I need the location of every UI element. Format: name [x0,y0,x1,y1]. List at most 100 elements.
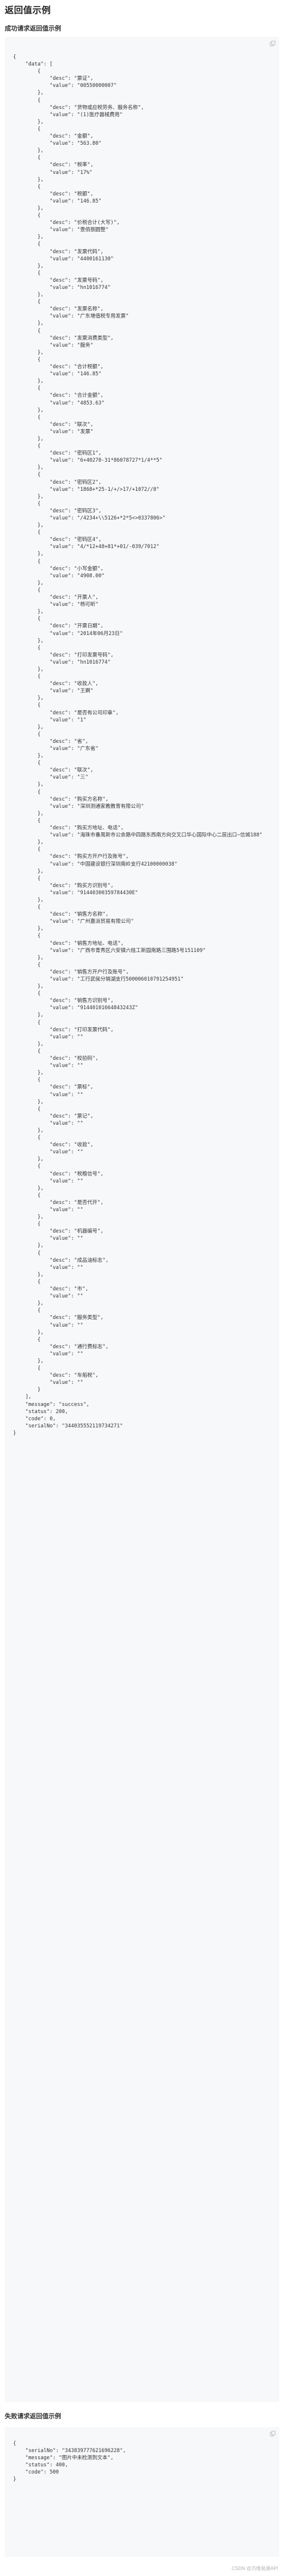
success-code-block: { "data": [ { "desc": "票证", "value": "00… [5,37,279,2402]
code-line: { [13,328,41,334]
code-line: "value": "4853.63" [13,400,105,406]
code-line: { [13,241,41,248]
code-line: }, [13,609,44,615]
code-line: { [13,54,17,60]
code-line: "status": 200, [13,1408,68,1415]
code-line: ], [13,1394,32,1401]
page-title: 返回值示例 [5,5,51,15]
code-line: { [13,847,41,853]
code-line: }, [13,1070,44,1077]
code-line: }, [13,1185,44,1191]
code-line: { [13,991,41,997]
code-line: "desc": "是否有公司印章", [13,710,119,716]
code-line: "desc": "联次", [13,767,93,774]
code-line: "value": "广东省" [13,746,99,752]
code-line: }, [13,1243,44,1249]
code-line: "value": "" [13,1322,83,1329]
code-line: "value": "工行武侯分销湖支行500006010791254951" [13,976,184,982]
code-line: "desc": "发票号码", [13,277,104,284]
code-line: "value": "00550000007" [13,83,117,89]
code-line: { [13,2441,17,2447]
code-line: { [13,126,41,132]
code-line: { [13,472,41,478]
code-line: "value": "146.85" [13,198,102,204]
code-line: "value": "17%" [13,169,93,176]
watermark: CSDN @万维易源API [232,2566,278,2571]
code-line: { [13,443,41,450]
code-line: { [13,817,41,824]
code-line: "desc": "票证", [13,76,93,82]
code-line: "desc": "发票消费类型", [13,335,114,341]
code-line: "desc": "密码区4", [13,537,102,543]
code-line: { [13,904,41,911]
code-line: { [13,1192,41,1199]
code-line: }, [13,1156,44,1163]
code-line: }, [13,695,44,702]
code-line: { [13,1278,41,1285]
code-line: }, [13,465,44,471]
code-line: "desc": "收款人", [13,681,99,687]
code-line: }, [13,205,44,211]
code-line: "desc": "合计税额", [13,364,104,371]
code-line: }, [13,1329,44,1336]
code-line: { [13,1221,41,1228]
code-line: "code": 0, [13,1415,56,1422]
code-line: "value": "1868+*25-1/+/>17/+1072//8" [13,486,160,493]
fail-code-block: { "serialNo": "343839777621696228", "mes… [5,2427,279,2557]
code-line: }, [13,119,44,125]
code-line: "value": "" [13,1120,83,1127]
code-line: "value": "146.85" [13,371,102,378]
code-line: "value": "广东增值税专用发票" [13,313,129,320]
code-line: "value": "2014年06月23日" [13,630,123,637]
code-line: "desc": "机器编号", [13,1228,104,1235]
code-line: { [13,213,41,219]
code-line: { [13,1308,41,1314]
code-line: }, [13,637,44,644]
code-line: } [13,2477,17,2482]
code-line: { [13,558,41,565]
code-line: "desc": "价税合计(大写)", [13,220,120,226]
code-line: "value": "" [13,1091,83,1098]
code-line: "desc": "购买方名称", [13,796,109,802]
code-line: }, [13,493,44,500]
code-line: "value": "王婀" [13,688,93,695]
code-line: { [13,155,41,161]
code-line: "desc": "小写金额", [13,565,104,572]
code-line: { [13,933,41,939]
code-line: { [13,299,41,306]
code-line: }, [13,724,44,730]
code-line: "desc": "开票日期", [13,623,104,630]
code-line: { [13,587,41,593]
code-line: "value": "" [13,1380,83,1386]
code-line: "value": "广西市青秀区六安镇六桂工新园南路三围路5号151109" [13,947,206,954]
code-line: }, [13,1214,44,1221]
code-line: { [13,702,41,709]
code-line: "desc": "发票名称", [13,306,104,313]
code-line: }, [13,782,44,788]
code-line: "desc": "购买方识别号", [13,882,114,889]
code-line: "value": "" [13,1207,83,1213]
code-line: }, [13,148,44,154]
code-line: }, [13,897,44,903]
code-line: "desc": "成品油标志", [13,1257,109,1264]
code-line: "value": "91440300359784430E" [13,889,138,896]
code-line: "value": "hn1016774" [13,659,111,665]
code-line: { [13,1048,41,1054]
code-line: }, [13,234,44,241]
code-line: "value": "" [13,1063,83,1069]
code-line: "desc": "销售方识别号", [13,998,114,1004]
code-line: "message": "success", [13,1401,89,1408]
code-line: "value": "563.80" [13,141,102,147]
code-line: }, [13,378,44,385]
code-line: { [13,962,41,968]
code-line: "desc": "发票代码", [13,248,104,255]
code-line: "value": "4908.00" [13,573,105,579]
copy-icon[interactable] [270,2431,276,2437]
copy-icon[interactable] [270,41,276,46]
code-line: "value": "杨可昕" [13,602,99,608]
code-line: "desc": "开票人", [13,595,99,601]
code-line: "value": "6+40270-31*86078727*1/4**5" [13,458,163,464]
code-line: { [13,645,41,651]
fail-section-title: 失败请求返回值示例 [5,2413,61,2420]
code-line: { [13,183,41,190]
